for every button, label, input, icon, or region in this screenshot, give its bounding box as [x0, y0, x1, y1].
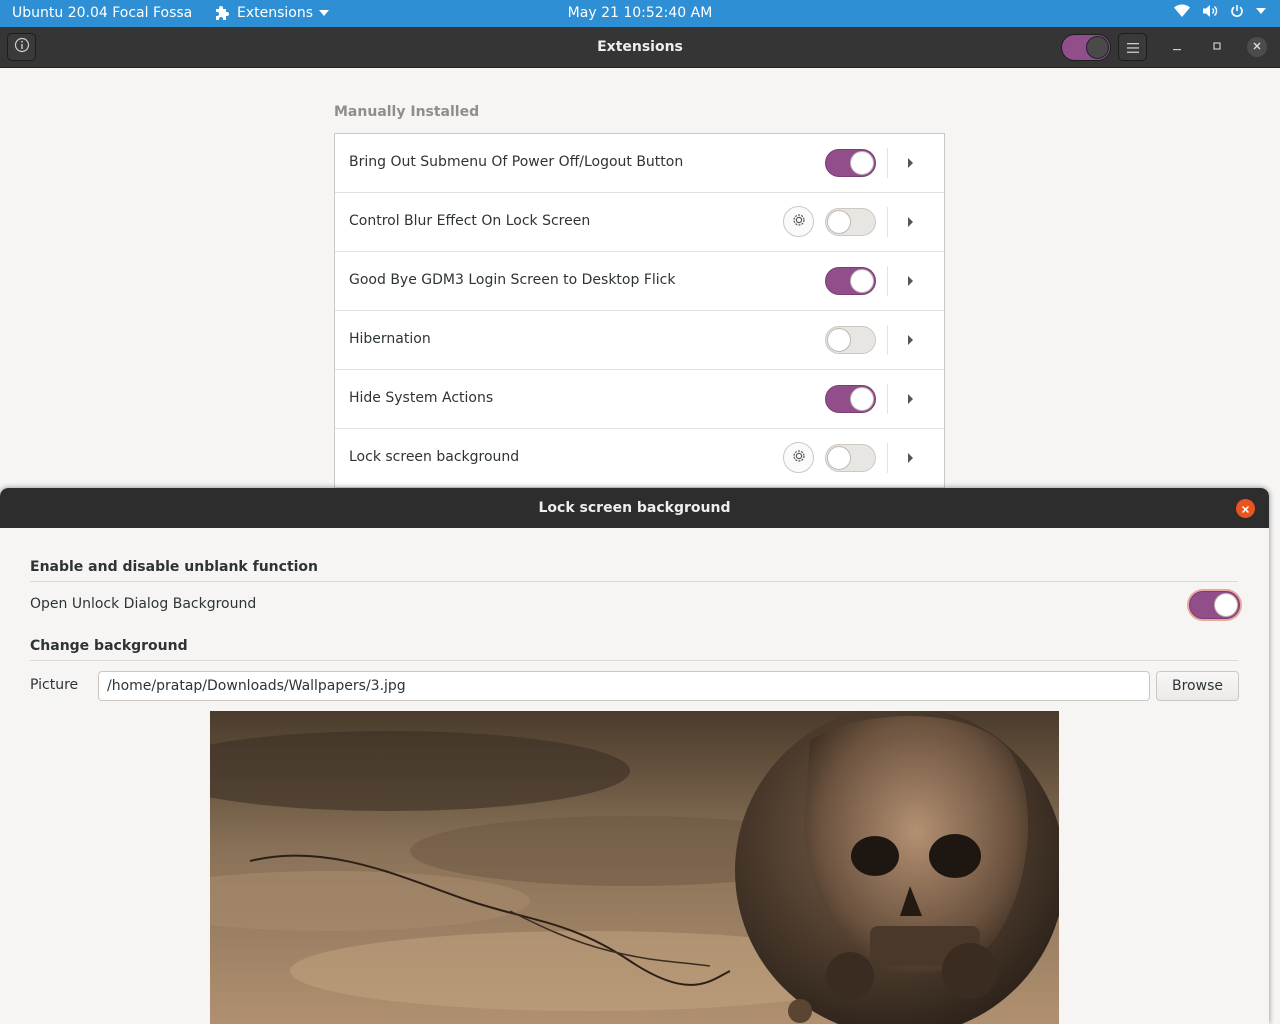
background-section-title: Change background	[30, 638, 188, 654]
switch-knob	[850, 387, 874, 411]
expand-arrow-icon[interactable]	[908, 453, 913, 463]
minimize-icon	[1172, 40, 1182, 54]
extensions-headerbar: Extensions	[0, 27, 1280, 68]
switch-knob	[850, 151, 874, 175]
switch-knob	[827, 210, 851, 234]
divider	[30, 581, 1238, 582]
switch-knob	[1086, 36, 1109, 59]
section-title: Manually Installed	[334, 104, 480, 120]
switch-knob	[1214, 593, 1238, 617]
background-preview-image	[210, 711, 1059, 1024]
divider	[887, 148, 888, 178]
extension-row: Hide System Actions	[335, 370, 944, 429]
extension-row: Bring Out Submenu Of Power Off/Logout Bu…	[335, 134, 944, 193]
divider	[887, 325, 888, 355]
activities-label[interactable]: Ubuntu 20.04 Focal Fossa	[12, 5, 192, 21]
extension-row: Lock screen background	[335, 429, 944, 488]
extensions-list: Bring Out Submenu Of Power Off/Logout Bu…	[334, 133, 945, 488]
volume-icon	[1202, 4, 1218, 18]
system-tray[interactable]	[1174, 4, 1266, 18]
clock[interactable]: May 21 10:52:40 AM	[568, 5, 713, 21]
maximize-icon	[1212, 40, 1222, 54]
expand-arrow-icon[interactable]	[908, 217, 913, 227]
extension-toggle[interactable]	[825, 326, 876, 354]
expand-arrow-icon[interactable]	[908, 394, 913, 404]
extension-row: Control Blur Effect On Lock Screen	[335, 193, 944, 252]
top-panel: Ubuntu 20.04 Focal Fossa Extensions May …	[0, 0, 1280, 27]
wifi-icon	[1174, 4, 1190, 18]
chevron-down-icon	[1256, 8, 1266, 14]
extension-toggle[interactable]	[825, 149, 876, 177]
chevron-down-icon	[319, 10, 330, 16]
picture-label: Picture	[30, 677, 79, 693]
extension-toggle[interactable]	[825, 208, 876, 236]
divider	[887, 266, 888, 296]
close-icon	[1252, 40, 1262, 54]
extension-name: Lock screen background	[349, 449, 520, 465]
switch-knob	[827, 446, 851, 470]
extension-row: Good Bye GDM3 Login Screen to Desktop Fl…	[335, 252, 944, 311]
maximize-button[interactable]	[1207, 37, 1227, 57]
unblank-switch[interactable]	[1189, 591, 1240, 619]
extension-name: Control Blur Effect On Lock Screen	[349, 213, 591, 229]
divider	[887, 443, 888, 473]
info-icon	[14, 37, 30, 57]
close-icon	[1241, 499, 1250, 518]
extensions-master-switch[interactable]	[1061, 34, 1111, 61]
dialog-close-button[interactable]	[1236, 499, 1255, 518]
unblank-section-title: Enable and disable unblank function	[30, 559, 319, 575]
close-window-button[interactable]	[1247, 37, 1267, 57]
app-menu[interactable]: Extensions	[215, 5, 330, 21]
extension-name: Hibernation	[349, 331, 431, 347]
expand-arrow-icon[interactable]	[908, 276, 913, 286]
about-button[interactable]	[7, 33, 36, 61]
divider	[887, 207, 888, 237]
gear-icon	[791, 448, 807, 468]
main-menu-button[interactable]	[1118, 33, 1147, 61]
divider	[887, 384, 888, 414]
extension-name: Good Bye GDM3 Login Screen to Desktop Fl…	[349, 272, 676, 288]
switch-knob	[827, 328, 851, 352]
lock-screen-background-dialog: Lock screen background Enable and disabl…	[0, 488, 1269, 1024]
hamburger-icon	[1126, 38, 1139, 57]
extension-settings-button[interactable]	[783, 442, 814, 473]
extension-name: Hide System Actions	[349, 390, 494, 406]
dialog-headerbar: Lock screen background	[0, 488, 1269, 528]
app-menu-label: Extensions	[237, 5, 314, 21]
browse-button[interactable]: Browse	[1156, 671, 1239, 701]
extension-name: Bring Out Submenu Of Power Off/Logout Bu…	[349, 154, 684, 170]
extension-row: Hibernation	[335, 311, 944, 370]
power-icon	[1230, 4, 1244, 18]
dialog-title: Lock screen background	[538, 500, 731, 516]
unblank-label: Open Unlock Dialog Background	[30, 596, 257, 612]
extension-toggle[interactable]	[825, 267, 876, 295]
expand-arrow-icon[interactable]	[908, 335, 913, 345]
expand-arrow-icon[interactable]	[908, 158, 913, 168]
extension-toggle[interactable]	[825, 444, 876, 472]
extension-settings-button[interactable]	[783, 206, 814, 237]
switch-knob	[850, 269, 874, 293]
picture-path-input[interactable]	[98, 671, 1150, 701]
gear-icon	[791, 212, 807, 232]
puzzle-icon	[215, 5, 231, 21]
divider	[30, 660, 1238, 661]
extension-toggle[interactable]	[825, 385, 876, 413]
minimize-button[interactable]	[1167, 37, 1187, 57]
